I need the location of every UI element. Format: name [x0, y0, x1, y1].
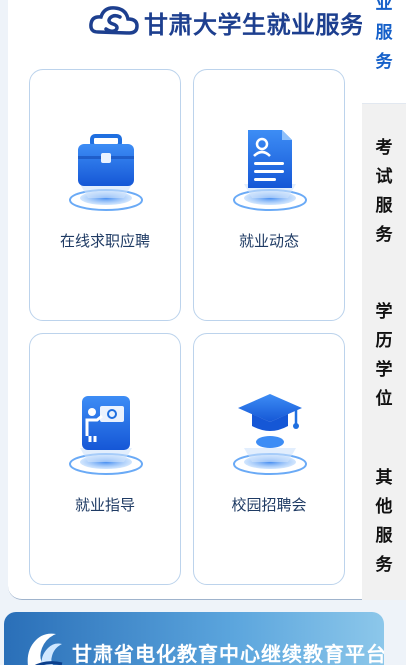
card-online-job-application[interactable]: 在线求职应聘: [29, 69, 181, 321]
brand-header: 甘肃大学生就业服务平台: [88, 0, 370, 44]
document-profile-icon: [233, 130, 307, 211]
tab-char: 学: [375, 302, 393, 322]
main-panel: 甘肃大学生就业服务平台 在线求职应聘: [8, 0, 406, 600]
tab-char: 位: [375, 389, 393, 409]
briefcase-icon: [69, 134, 143, 211]
card-employment-news[interactable]: 就业动态: [193, 69, 345, 321]
card-label: 校园招聘会: [231, 496, 307, 514]
side-tab-bar: 业 服 务 考 试 服 务 学 历 学 位 其 他 服 务: [362, 0, 406, 600]
tab-char: 服: [375, 23, 393, 43]
continuing-education-banner[interactable]: 甘肃省电化教育中心继续教育平台: [4, 612, 384, 665]
tab-char: 业: [375, 0, 393, 14]
card-campus-job-fair[interactable]: 校园招聘会: [193, 333, 345, 585]
tab-other-services[interactable]: 其 他 服 务: [362, 436, 406, 600]
education-center-logo-icon: [27, 633, 63, 665]
tab-char: 历: [375, 331, 393, 351]
graduation-cap-icon: [233, 394, 307, 475]
teacher-presentation-icon: [69, 396, 143, 475]
tab-education-degree[interactable]: 学 历 学 位: [362, 270, 406, 436]
brand-title: 甘肃大学生就业服务平台: [144, 10, 370, 39]
card-label: 就业指导: [74, 496, 135, 514]
card-label: 就业动态: [238, 232, 299, 250]
card-employment-guidance[interactable]: 就业指导: [29, 333, 181, 585]
tab-char: 考: [375, 138, 393, 158]
tab-char: 务: [375, 52, 393, 72]
tab-char: 服: [375, 196, 393, 216]
card-label: 在线求职应聘: [59, 232, 150, 250]
tab-char: 务: [375, 225, 393, 245]
tab-char: 学: [375, 360, 393, 380]
tab-employment-service[interactable]: 业 服 务: [362, 0, 406, 104]
tab-char: 其: [375, 468, 393, 488]
tab-char: 务: [375, 555, 393, 575]
tab-exam-service[interactable]: 考 试 服 务: [362, 104, 406, 270]
gansu-s-cloud-logo-icon: [89, 6, 139, 35]
tab-char: 他: [375, 497, 393, 517]
tab-char: 服: [375, 526, 393, 546]
tab-char: 试: [375, 167, 393, 187]
banner-title: 甘肃省电化教育中心继续教育平台: [72, 642, 384, 665]
